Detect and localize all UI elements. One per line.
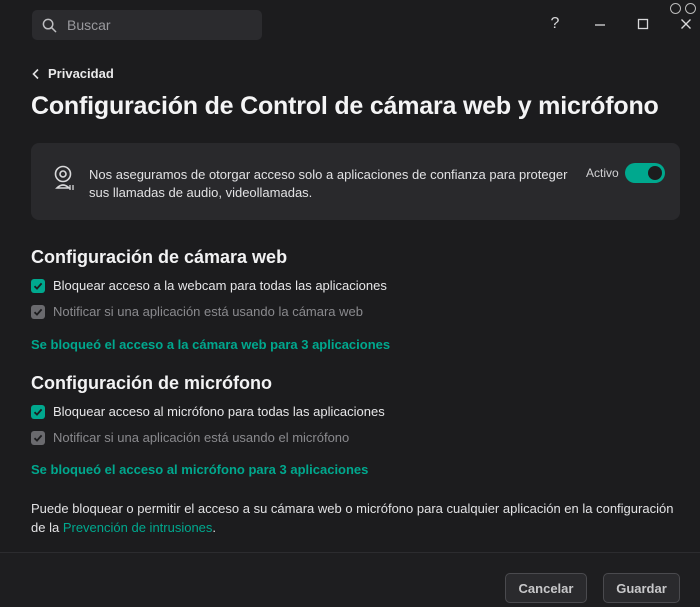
webcam-section-title: Configuración de cámara web xyxy=(31,247,288,267)
microphone-blocked-apps-link[interactable]: Se bloqueó el acceso al micrófono para 3… xyxy=(31,462,368,477)
help-icon: ? xyxy=(550,15,560,32)
checkmark-icon xyxy=(33,408,43,416)
webcam-block-checkbox[interactable] xyxy=(31,278,45,293)
info-icon xyxy=(670,3,681,14)
search-icon xyxy=(42,18,57,32)
status-label: Activo xyxy=(586,166,619,180)
close-button[interactable] xyxy=(674,12,698,36)
protection-toggle[interactable] xyxy=(625,163,665,183)
checkmark-icon xyxy=(33,434,43,442)
checkmark-icon xyxy=(33,282,43,290)
webcam-block-label: Bloquear acceso a la webcam para todas l… xyxy=(53,278,387,293)
maximize-icon xyxy=(637,18,649,30)
maximize-button[interactable] xyxy=(631,12,655,36)
close-icon xyxy=(681,19,691,29)
help-button[interactable]: ? xyxy=(543,12,567,36)
footer-bar: Cancelar Guardar xyxy=(0,552,700,607)
minimize-button[interactable] xyxy=(588,12,612,36)
microphone-block-row[interactable]: Bloquear acceso al micrófono para todas … xyxy=(31,404,385,419)
search-box[interactable] xyxy=(32,10,262,40)
breadcrumb-label: Privacidad xyxy=(48,66,114,81)
search-input[interactable] xyxy=(65,16,249,34)
card-description: Nos aseguramos de otorgar acceso solo a … xyxy=(89,167,568,200)
page-title: Configuración de Control de cámara web y… xyxy=(31,92,659,120)
microphone-section-title: Configuración de micrófono xyxy=(31,373,272,393)
checkmark-icon xyxy=(33,308,43,316)
webcam-blocked-apps-link[interactable]: Se bloqueó el acceso a la cámara web par… xyxy=(31,337,390,352)
save-button[interactable]: Guardar xyxy=(603,573,680,603)
microphone-notify-label: Notificar si una aplicación está usando … xyxy=(53,430,350,445)
microphone-notify-row: Notificar si una aplicación está usando … xyxy=(31,430,349,445)
microphone-notify-checkbox xyxy=(31,430,45,445)
webcam-notify-checkbox xyxy=(31,304,45,319)
toggle-knob xyxy=(648,166,662,180)
cancel-button[interactable]: Cancelar xyxy=(505,573,587,603)
protection-card: Nos aseguramos de otorgar acceso solo a … xyxy=(31,143,680,220)
footnote: Puede bloquear o permitir el acceso a su… xyxy=(31,499,686,537)
status-icons xyxy=(670,3,696,14)
footnote-suffix: . xyxy=(212,520,217,535)
webcam-notify-label: Notificar si una aplicación está usando … xyxy=(53,304,364,319)
minimize-icon xyxy=(595,24,605,26)
title-bar: ? xyxy=(0,0,700,50)
webcam-icon xyxy=(54,165,74,190)
settings-icon xyxy=(685,3,696,14)
chevron-left-icon xyxy=(32,68,39,79)
microphone-block-label: Bloquear acceso al micrófono para todas … xyxy=(53,404,385,419)
webcam-block-row[interactable]: Bloquear acceso a la webcam para todas l… xyxy=(31,278,387,293)
webcam-notify-row: Notificar si una aplicación está usando … xyxy=(31,304,363,319)
back-link[interactable]: Privacidad xyxy=(32,66,114,81)
intrusion-prevention-link[interactable]: Prevención de intrusiones xyxy=(63,520,213,535)
microphone-block-checkbox[interactable] xyxy=(31,404,45,419)
